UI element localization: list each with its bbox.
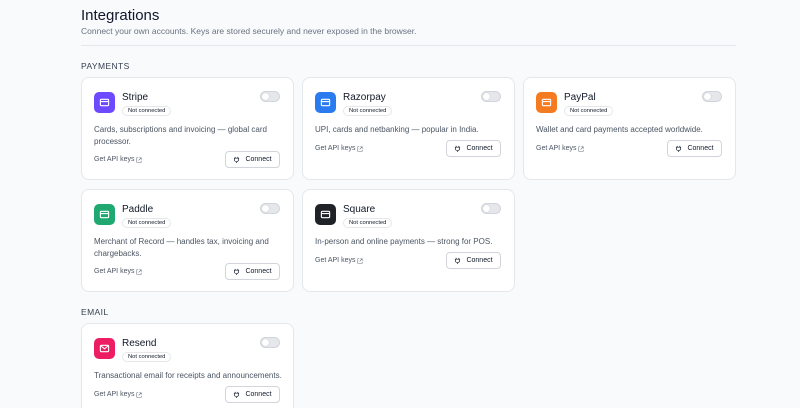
connect-button[interactable]: Connect — [446, 140, 501, 157]
card-icon — [320, 98, 331, 107]
card-icon — [541, 98, 552, 107]
card-description: Transactional email for receipts and ann… — [94, 371, 282, 380]
paddle-logo — [94, 204, 115, 225]
card-name: Stripe — [122, 92, 149, 103]
external-link-icon — [136, 391, 143, 398]
section-label-email: EMAIL — [81, 307, 109, 317]
toggle-knob — [262, 339, 269, 346]
plug-icon — [234, 268, 240, 275]
header-divider — [81, 45, 736, 46]
card-name: Resend — [122, 338, 157, 349]
section-label-payments: PAYMENTS — [81, 61, 130, 71]
api-link-label: Get API keys — [536, 145, 577, 152]
card-name: Square — [343, 204, 376, 215]
integration-card-paddle: Paddle Not connected Merchant of Record … — [81, 189, 294, 292]
razorpay-logo — [315, 92, 336, 113]
plug-icon — [455, 145, 461, 152]
toggle-knob — [483, 93, 490, 100]
get-api-keys-link[interactable]: Get API keys — [94, 268, 143, 275]
status-badge: Not connected — [122, 218, 172, 228]
card-description: UPI, cards and netbanking — popular in I… — [315, 125, 479, 134]
api-link-label: Get API keys — [94, 268, 135, 275]
api-link-label: Get API keys — [94, 156, 135, 163]
card-name: Paddle — [122, 204, 154, 215]
card-description: Wallet and card payments accepted worldw… — [536, 125, 703, 134]
external-link-icon — [357, 145, 364, 152]
connect-label: Connect — [687, 145, 714, 152]
external-link-icon — [136, 268, 143, 275]
plug-icon — [234, 156, 240, 163]
connect-label: Connect — [245, 268, 272, 275]
external-link-icon — [136, 156, 143, 163]
enable-toggle[interactable] — [481, 91, 501, 102]
enable-toggle[interactable] — [260, 203, 280, 214]
card-name: Razorpay — [343, 92, 386, 103]
card-name: PayPal — [564, 92, 596, 103]
external-link-icon — [357, 257, 364, 264]
enable-toggle[interactable] — [481, 203, 501, 214]
connect-label: Connect — [466, 257, 493, 264]
get-api-keys-link[interactable]: Get API keys — [315, 257, 364, 264]
card-description: Merchant of Record — handles tax, invoic… — [94, 237, 269, 258]
card-icon — [99, 98, 110, 107]
status-badge: Not connected — [122, 106, 172, 116]
card-description: In-person and online payments — strong f… — [315, 237, 493, 246]
external-link-icon — [578, 145, 585, 152]
stripe-logo — [94, 92, 115, 113]
connect-label: Connect — [245, 391, 272, 398]
status-badge: Not connected — [343, 106, 393, 116]
api-link-label: Get API keys — [94, 391, 135, 398]
get-api-keys-link[interactable]: Get API keys — [536, 145, 585, 152]
toggle-knob — [262, 205, 269, 212]
card-icon — [99, 210, 110, 219]
connect-button[interactable]: Connect — [667, 140, 722, 157]
api-link-label: Get API keys — [315, 145, 356, 152]
enable-toggle[interactable] — [260, 91, 280, 102]
card-icon — [320, 210, 331, 219]
enable-toggle[interactable] — [260, 337, 280, 348]
connect-button[interactable]: Connect — [225, 386, 280, 403]
get-api-keys-link[interactable]: Get API keys — [315, 145, 364, 152]
toggle-knob — [483, 205, 490, 212]
get-api-keys-link[interactable]: Get API keys — [94, 391, 143, 398]
integration-card-paypal: PayPal Not connected Wallet and card pay… — [523, 77, 736, 180]
integration-card-square: Square Not connected In-person and onlin… — [302, 189, 515, 292]
connect-label: Connect — [466, 145, 493, 152]
connect-button[interactable]: Connect — [446, 252, 501, 269]
square-logo — [315, 204, 336, 225]
integration-card-razorpay: Razorpay Not connected UPI, cards and ne… — [302, 77, 515, 180]
mail-icon — [99, 344, 110, 353]
status-badge: Not connected — [343, 218, 393, 228]
page-title: Integrations — [81, 7, 160, 24]
status-badge: Not connected — [564, 106, 614, 116]
paypal-logo — [536, 92, 557, 113]
plug-icon — [234, 391, 240, 398]
card-description: Cards, subscriptions and invoicing — glo… — [94, 125, 267, 146]
page-subtitle: Connect your own accounts. Keys are stor… — [81, 26, 417, 36]
toggle-knob — [704, 93, 711, 100]
toggle-knob — [262, 93, 269, 100]
connect-label: Connect — [245, 156, 272, 163]
resend-logo — [94, 338, 115, 359]
integration-card-stripe: Stripe Not connected Cards, subscription… — [81, 77, 294, 180]
plug-icon — [455, 257, 461, 264]
plug-icon — [676, 145, 682, 152]
connect-button[interactable]: Connect — [225, 263, 280, 280]
connect-button[interactable]: Connect — [225, 151, 280, 168]
enable-toggle[interactable] — [702, 91, 722, 102]
status-badge: Not connected — [122, 352, 172, 362]
api-link-label: Get API keys — [315, 257, 356, 264]
integration-card-resend: Resend Not connected Transactional email… — [81, 323, 294, 408]
get-api-keys-link[interactable]: Get API keys — [94, 156, 143, 163]
